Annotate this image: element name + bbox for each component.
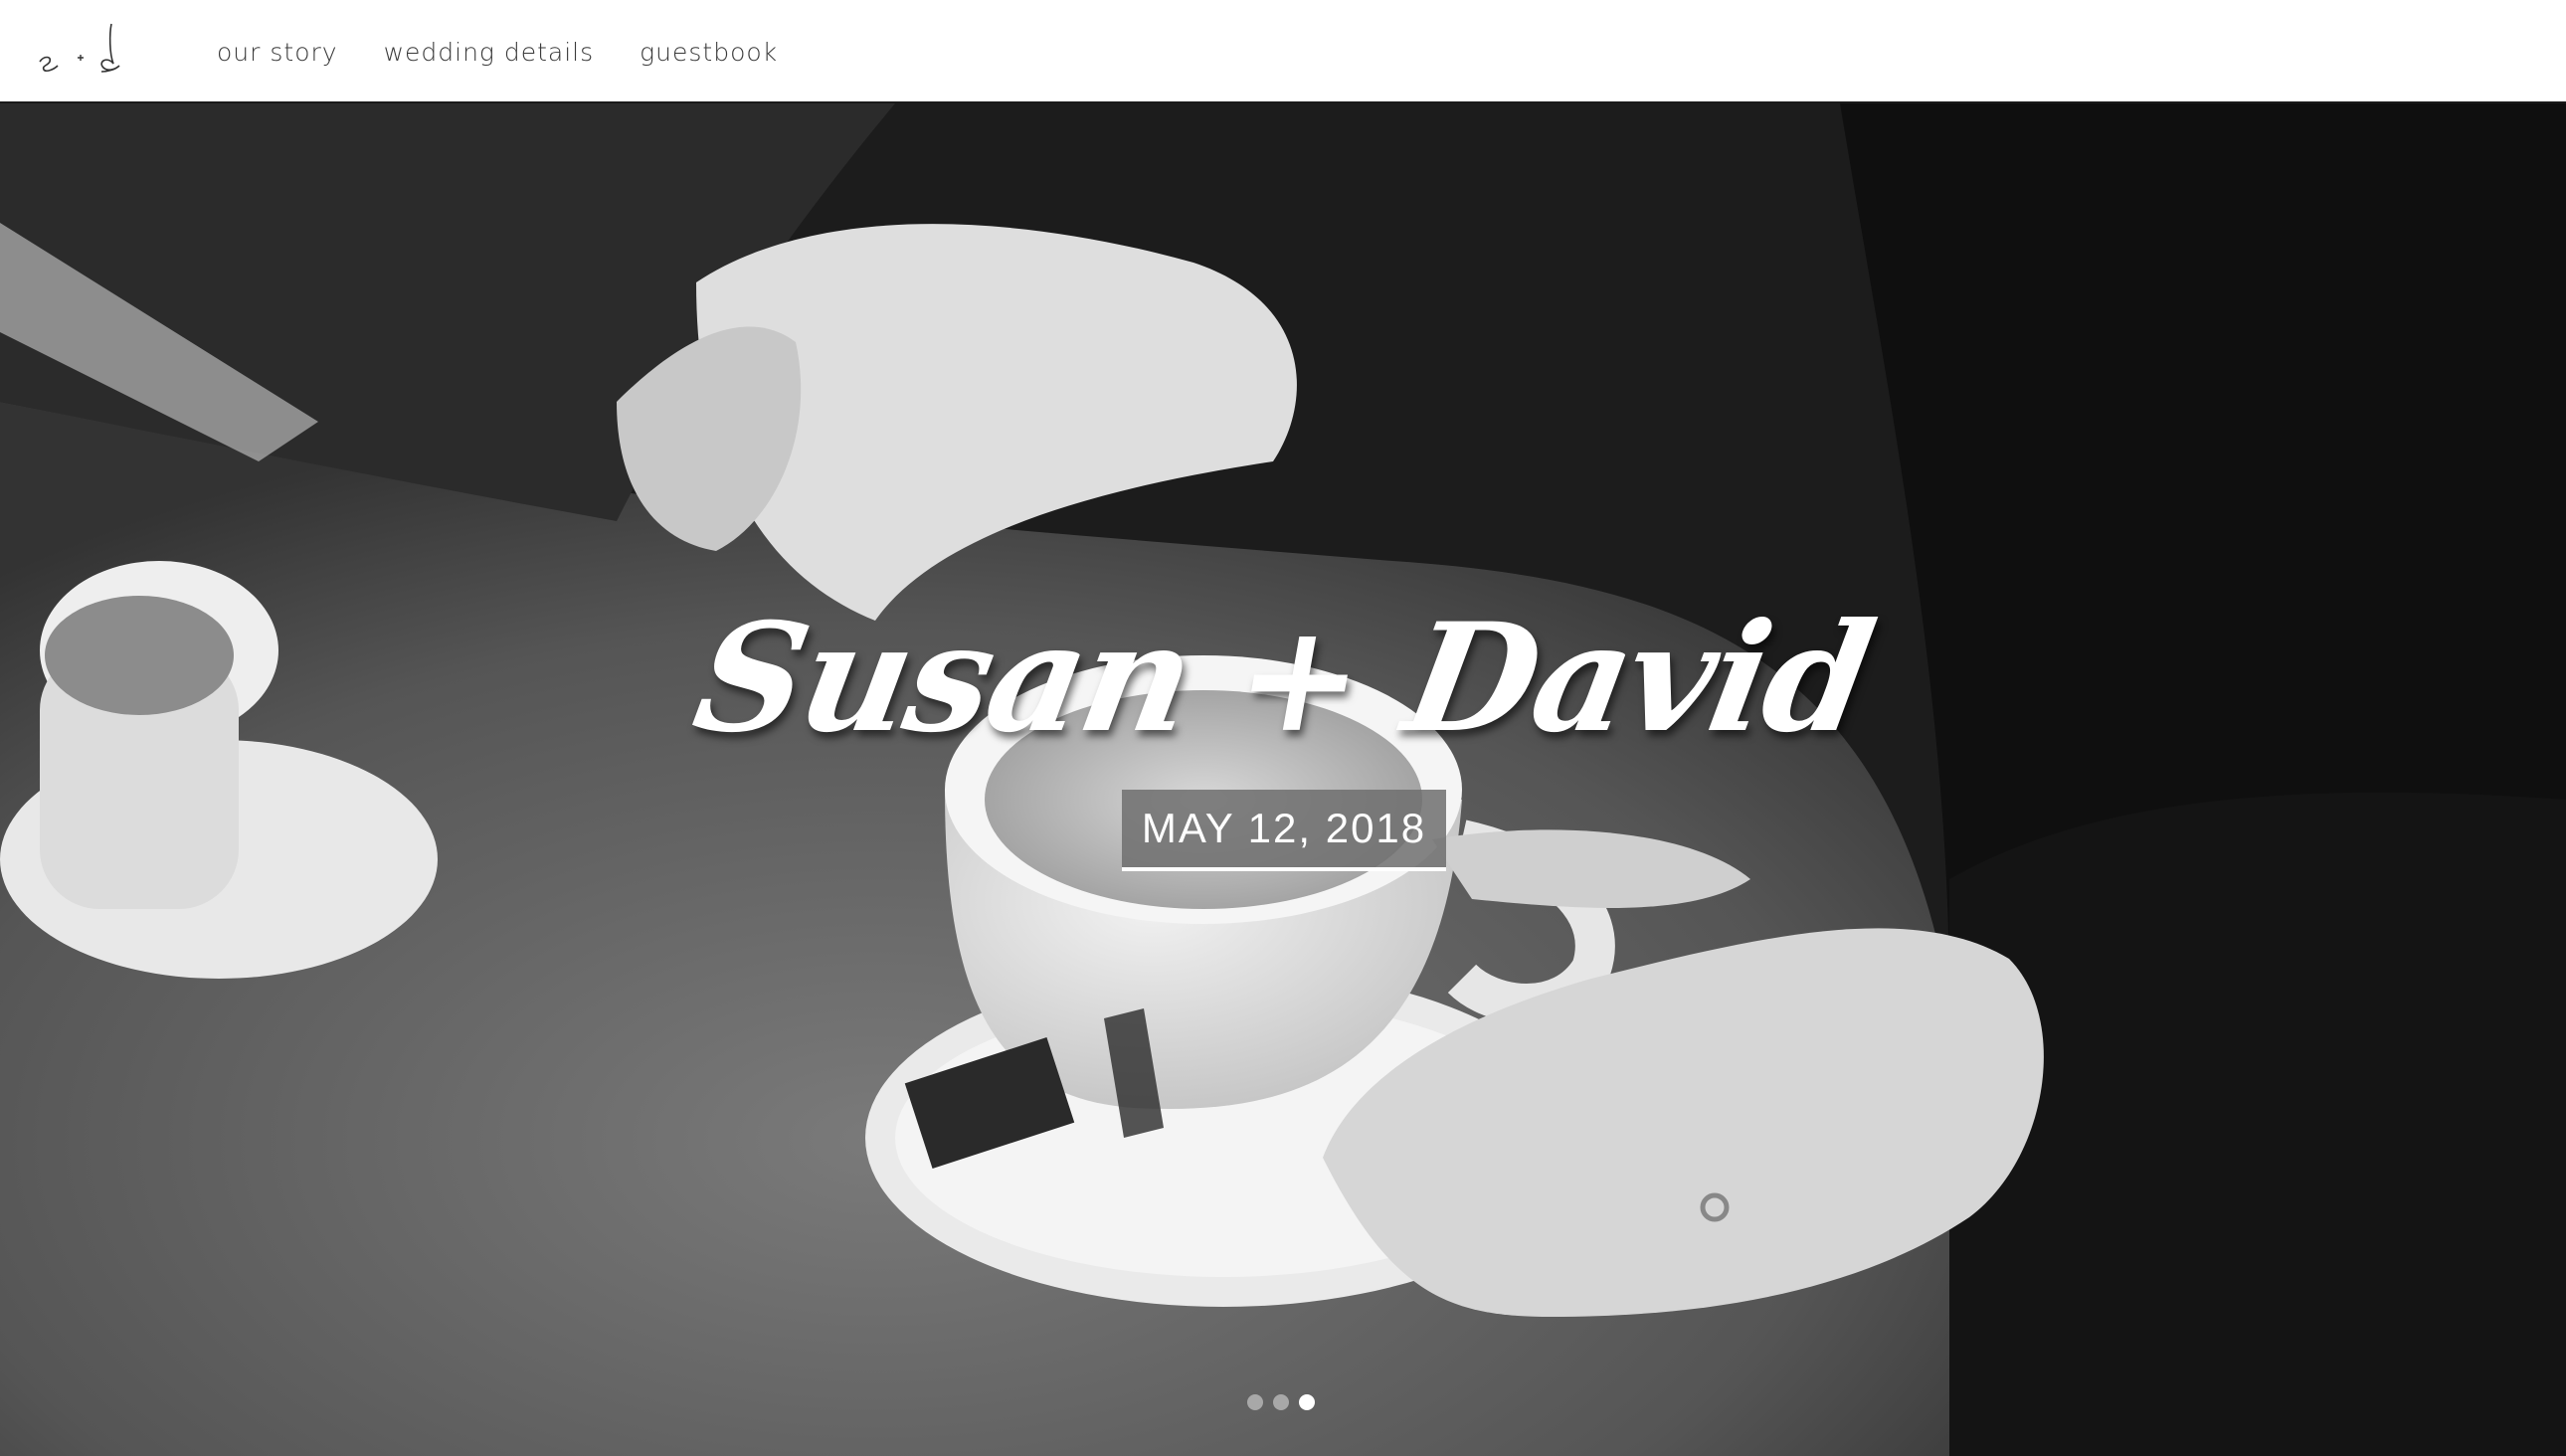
logo-icon[interactable]	[34, 18, 133, 78]
top-navbar: our story wedding details guestbook	[0, 0, 2566, 103]
hero-photo	[0, 103, 2566, 1456]
nav-link-guestbook[interactable]: guestbook	[640, 38, 778, 67]
carousel-dot-2[interactable]	[1273, 1394, 1289, 1410]
hero-title: Susan + David	[682, 591, 1884, 766]
nav-links: our story wedding details guestbook	[217, 0, 824, 103]
nav-link-wedding-details[interactable]: wedding details	[384, 38, 595, 67]
carousel-dot-3[interactable]	[1299, 1394, 1315, 1410]
carousel-indicators	[1247, 1394, 1315, 1410]
wedding-date-badge: MAY 12, 2018	[1122, 790, 1446, 871]
nav-link-our-story[interactable]: our story	[217, 38, 338, 67]
hero-section: Susan + David MAY 12, 2018	[0, 103, 2566, 1456]
carousel-dot-1[interactable]	[1247, 1394, 1263, 1410]
